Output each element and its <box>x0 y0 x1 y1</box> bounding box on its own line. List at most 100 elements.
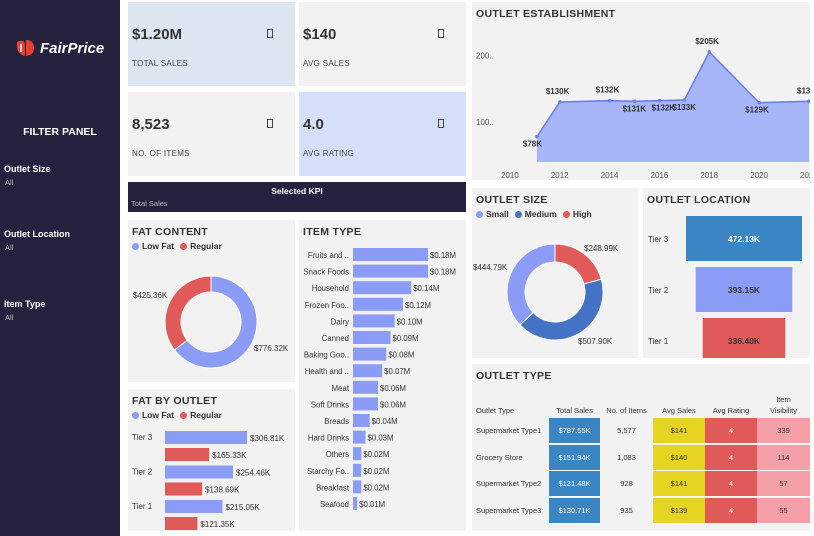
x-tick-label: 2012 <box>551 171 569 180</box>
establishment-data-label: $129K <box>745 106 769 115</box>
outlet-location-data-label: 393.15K <box>728 285 761 295</box>
x-tick-label: 2010 <box>501 171 519 180</box>
establishment-point <box>607 98 612 103</box>
outlet-type-table: Outlet Type Total Sales No. of Items Avg Sa… <box>472 364 810 531</box>
kpi-label: AVG SALES <box>303 59 351 68</box>
establishment-point <box>657 98 662 103</box>
item-type-data-label: $0.10M <box>397 317 423 326</box>
fat-content-panel: FAT CONTENT Low Fat Regular $776.32K $425… <box>128 220 295 382</box>
fat-by-outlet-bar <box>165 448 210 461</box>
item-type-data-label: $0.07M <box>384 367 410 376</box>
establishment-data-label: $78K <box>523 140 542 149</box>
table-row-label: Supermarket Type2 <box>476 479 542 488</box>
kpi-value: 4.0 <box>303 116 324 133</box>
item-type-bar <box>353 264 428 278</box>
table-cell: 4 <box>705 418 757 444</box>
item-type-data-label: $0.04M <box>372 417 398 426</box>
item-type-category-label: Frozen Foo.. <box>305 301 349 310</box>
selected-kpi-title: Selected KPI <box>271 186 323 196</box>
table-cell: $787.55K <box>549 418 600 444</box>
fat-by-outlet-bar <box>165 465 234 479</box>
brand-name: FairPrice <box>40 39 105 57</box>
table-cell: 57 <box>757 471 810 497</box>
kpi-card-avg-sales[interactable]: $140 AVG SALES <box>299 2 466 86</box>
item-type-bar <box>353 497 358 510</box>
selected-kpi-value: Total Sales <box>131 199 168 208</box>
outlet-size-donut: $248.99K $507.90K $444.79K <box>473 243 619 346</box>
kpi-glyph-icon <box>267 119 273 128</box>
kpi-value: $1.20M <box>132 26 183 43</box>
establishment-data-label: $133K <box>672 103 696 112</box>
item-type-bar <box>353 447 362 461</box>
table-cell: 5,577 <box>617 426 636 435</box>
y-tick-label: 200.. <box>476 51 494 60</box>
kpi-card-total-sales[interactable]: $1.20M TOTAL SALES <box>128 2 295 86</box>
outlet-size-panel: OUTLET SIZE Small Medium High $248.99K $5… <box>472 188 638 358</box>
table-row-label: Grocery Store <box>476 452 523 462</box>
outlet-location-category-label: Tier 3 <box>648 235 669 244</box>
establishment-data-label: $131K <box>797 86 810 95</box>
filter-item-type-value[interactable]: All <box>5 313 13 322</box>
kpi-label: AVG RATING <box>303 149 355 158</box>
item-type-category-label: Hard Drinks <box>308 434 349 443</box>
item-type-data-label: $0.02M <box>363 483 389 492</box>
table-header-cell: No. of Items <box>606 406 647 415</box>
table-cell: 928 <box>620 479 633 488</box>
table-header-cell: Total Sales <box>556 406 593 415</box>
item-type-panel: ITEM TYPE Fruits and .. $0.18M Snack Foods… <box>299 220 466 531</box>
table-header-cell: Item Visibility <box>770 395 797 415</box>
outlet-type-panel: OUTLET TYPE Outlet Type Total Sales No. of… <box>472 364 810 531</box>
donut-data-label: $776.32K <box>254 344 289 353</box>
item-type-category-label: Seafood <box>320 500 349 509</box>
kpi-label: NO. OF ITEMS <box>132 149 190 158</box>
item-type-data-label: $0.18M <box>430 268 456 277</box>
fat-by-outlet-data-label: $215.05K <box>225 503 260 512</box>
item-type-data-label: $0.02M <box>363 467 389 476</box>
fat-by-outlet-bar <box>165 500 223 513</box>
item-type-bar <box>353 364 383 378</box>
item-type-category-label: Soft Drinks <box>311 400 349 409</box>
item-type-bar <box>353 281 412 295</box>
item-type-category-label: Dairy <box>331 317 349 326</box>
item-type-bar <box>353 297 403 311</box>
filter-outlet-size-label: Outlet Size <box>4 164 51 174</box>
table-header-cell: Avg Rating <box>712 406 750 415</box>
item-type-bar <box>353 248 428 261</box>
x-tick-label: 2016 <box>651 171 669 180</box>
kpi-card-no-of-items[interactable]: 8,523 NO. OF ITEMS <box>128 92 295 176</box>
item-type-bar <box>353 347 387 361</box>
outlet-location-chart: Tier 3 472.13K Tier 2 393.15K Tier 1 336.40K <box>648 216 802 358</box>
brand-logo: FairPrice <box>14 38 104 58</box>
filter-outlet-location-value[interactable]: All <box>5 243 13 252</box>
item-type-data-label: $0.06M <box>380 400 406 409</box>
outlet-location-panel: OUTLET LOCATION Tier 3 472.13K Tier 2 393.1… <box>643 188 810 358</box>
filter-item-type-label: Item Type <box>4 299 46 309</box>
item-type-chart: Fruits and .. $0.18M Snack Foods $0.18M Hous… <box>303 248 456 510</box>
table-cell: $141 <box>653 471 705 497</box>
item-type-data-label: $0.03M <box>368 434 394 443</box>
x-tick-label: 2020 <box>750 171 768 180</box>
item-type-data-label: $0.08M <box>388 351 414 360</box>
table-cell: $140 <box>653 444 705 471</box>
item-type-category-label: Canned <box>322 334 349 343</box>
kpi-glyph-icon <box>438 119 444 128</box>
item-type-data-label: $0.02M <box>363 450 389 459</box>
item-type-bar <box>353 463 362 477</box>
y-tick-label: 100.. <box>476 118 494 127</box>
fat-by-outlet-category-label: Tier 2 <box>132 468 153 477</box>
selected-kpi-banner: Selected KPI Total Sales <box>128 182 466 212</box>
kpi-label: TOTAL SALES <box>132 59 189 68</box>
item-type-category-label: Snack Foods <box>303 268 349 277</box>
item-type-category-label: Meat <box>332 384 350 393</box>
item-type-data-label: $0.06M <box>380 384 406 393</box>
table-cell: 935 <box>620 505 633 515</box>
item-type-bar <box>353 480 362 494</box>
establishment-point <box>632 99 637 104</box>
filter-outlet-size-value[interactable]: All <box>5 178 13 187</box>
kpi-card-avg-rating[interactable]: 4.0 AVG RATING <box>299 92 466 176</box>
table-cell: 4 <box>705 444 757 471</box>
item-type-bar <box>353 397 378 411</box>
table-cell: 1,083 <box>617 452 636 462</box>
table-cell: $151.94K <box>549 444 600 471</box>
table-header-cell: Avg Sales <box>662 406 696 415</box>
